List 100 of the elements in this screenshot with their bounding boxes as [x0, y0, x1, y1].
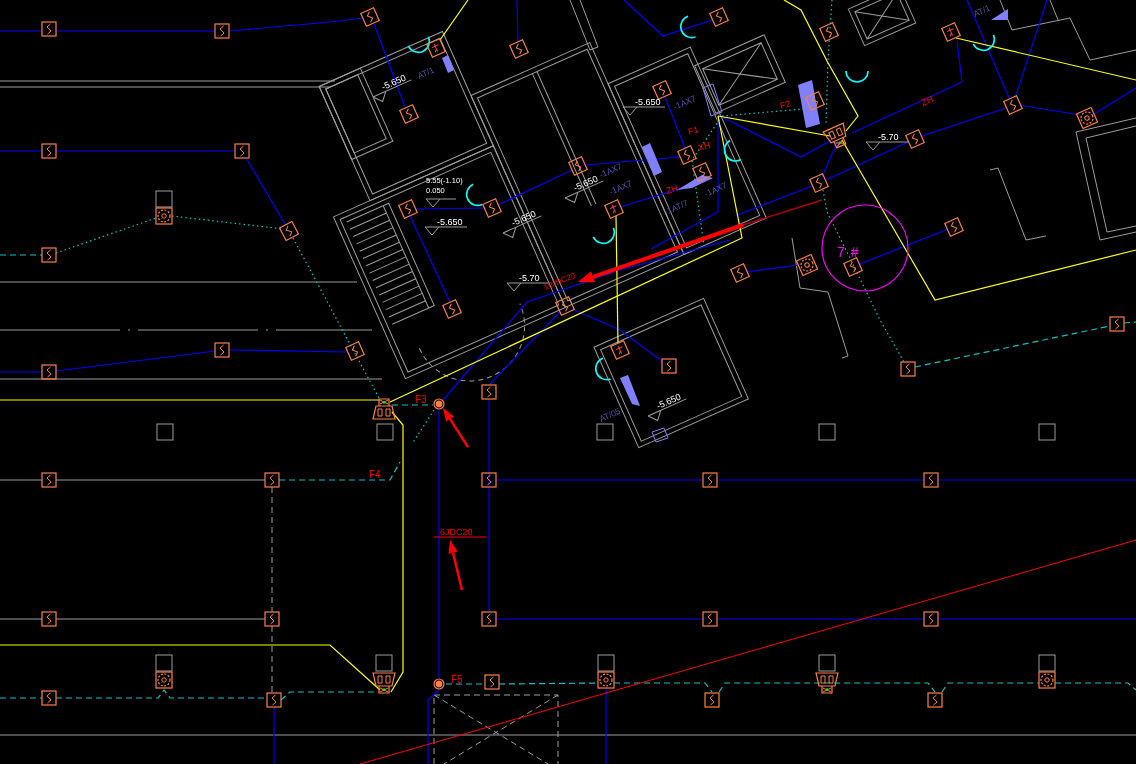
dot-node-icon — [433, 398, 445, 410]
s-symbol-icon — [41, 247, 57, 263]
pipe-line — [516, 0, 519, 43]
s-symbol-icon — [691, 161, 713, 183]
s-symbol-icon — [1002, 94, 1024, 116]
dashed-pipe-line — [0, 697, 43, 699]
pipe-label: F3 — [415, 394, 427, 405]
fixture-block-icon — [442, 55, 454, 73]
fixture-block-icon — [642, 143, 662, 176]
pipe-label: ZH — [664, 183, 680, 196]
wall-line — [0, 479, 43, 481]
door-swing-icon — [592, 227, 616, 245]
elevation-label: -5.650 — [437, 217, 463, 227]
ring-symbol-icon — [1075, 106, 1099, 130]
annotation-arrow — [448, 540, 464, 591]
pipe-label: F4 — [369, 469, 381, 480]
elevation-label: -5.650 — [509, 208, 538, 229]
s-symbol-icon — [484, 674, 500, 690]
dashed-pipe-line — [391, 404, 434, 406]
equipment-tag: -1AT/7 — [662, 197, 690, 217]
fixture-symbol-icon — [822, 122, 847, 149]
s-symbol-icon — [923, 472, 939, 488]
s-symbol-icon — [481, 611, 497, 627]
dashed-pipe-line — [0, 254, 43, 256]
s-symbol-icon — [567, 155, 589, 177]
door-swing-icon — [679, 15, 697, 39]
equipment-tag: -1AX7 — [607, 178, 634, 197]
pipe-label: F1 — [686, 124, 700, 137]
s-symbol-icon — [927, 692, 943, 708]
s-symbol-icon — [708, 6, 730, 28]
s-symbol-icon — [41, 143, 57, 159]
door-swing-icon — [723, 139, 742, 162]
outline-square-icon — [597, 654, 615, 672]
leader-line — [433, 536, 487, 538]
fixture-symbol-icon — [815, 672, 839, 694]
s-symbol-icon — [41, 690, 57, 706]
s-symbol-icon — [264, 611, 280, 627]
s-symbol-icon — [397, 198, 419, 220]
pipe-label: 6JDC20 — [440, 527, 473, 537]
door-swing-icon — [465, 183, 483, 207]
dot-node-icon — [433, 678, 445, 690]
s-symbol-icon — [359, 6, 381, 28]
s-symbol-icon — [702, 611, 718, 627]
s-symbol-icon — [729, 262, 751, 284]
pipe-line — [745, 264, 800, 273]
s-symbol-icon — [278, 220, 300, 242]
elevation-label: -5.650 — [635, 97, 661, 107]
pipe-label: ZH — [919, 93, 935, 108]
door-swing-icon — [594, 357, 612, 381]
equipment-tag: -1AX7 — [597, 161, 624, 180]
equipment-tag: AT/05 — [597, 405, 622, 424]
door-swing-icon — [407, 36, 431, 54]
elevation-marker-icon — [622, 106, 666, 116]
s-symbol-icon — [651, 79, 673, 101]
elevation-label: -5.650 — [654, 391, 683, 412]
equipment-tag: -1AX7 — [702, 180, 729, 199]
s-symbol-icon — [842, 256, 864, 278]
s-symbol-icon — [481, 472, 497, 488]
s-symbol-icon — [266, 692, 282, 708]
wall-line — [0, 618, 43, 620]
cross-symbol-icon — [609, 339, 631, 361]
annotation-arrow — [443, 408, 470, 448]
ring-symbol-icon — [1038, 671, 1056, 689]
outline-square-icon — [596, 423, 614, 441]
door-swing-icon — [845, 70, 869, 83]
pipe-line — [0, 150, 43, 152]
s-symbol-icon — [41, 21, 57, 37]
s-symbol-icon — [808, 172, 830, 194]
fixture-symbol-icon — [372, 398, 396, 420]
s-symbol-icon — [704, 692, 720, 708]
s-symbol-icon — [818, 21, 840, 43]
door-swing-icon — [972, 34, 996, 52]
pipe-line — [0, 30, 43, 32]
elevation-marker-icon — [865, 141, 909, 151]
s-symbol-icon — [943, 216, 965, 238]
s-symbol-icon — [804, 90, 826, 112]
fixture-outline-icon — [651, 427, 669, 443]
s-symbol-icon — [398, 103, 420, 125]
equipment-tag: AT/1 — [971, 2, 992, 19]
fixture-outline-icon — [702, 83, 723, 117]
s-symbol-icon — [481, 384, 497, 400]
ring-symbol-icon — [795, 253, 819, 277]
s-symbol-icon — [441, 298, 463, 320]
outline-square-icon — [818, 654, 836, 672]
elevation-marker-icon — [425, 198, 457, 208]
s-symbol-icon — [661, 358, 677, 374]
s-symbol-icon — [904, 128, 926, 150]
outline-square-icon — [376, 423, 394, 441]
dashed-pipe-line — [1123, 321, 1136, 324]
elevation-marker-icon — [424, 226, 468, 236]
boundary-line — [439, 0, 469, 41]
cross-symbol-icon — [425, 37, 447, 59]
s-symbol-icon — [41, 472, 57, 488]
dashed-wall-line — [271, 625, 273, 694]
pipe-line — [1018, 104, 1081, 116]
outline-square-icon — [1038, 423, 1056, 441]
pipe-label: F5 — [451, 674, 463, 685]
elevation-label: -5.650 — [379, 72, 408, 93]
s-symbol-icon — [234, 143, 250, 159]
cross-symbol-icon — [603, 198, 625, 220]
